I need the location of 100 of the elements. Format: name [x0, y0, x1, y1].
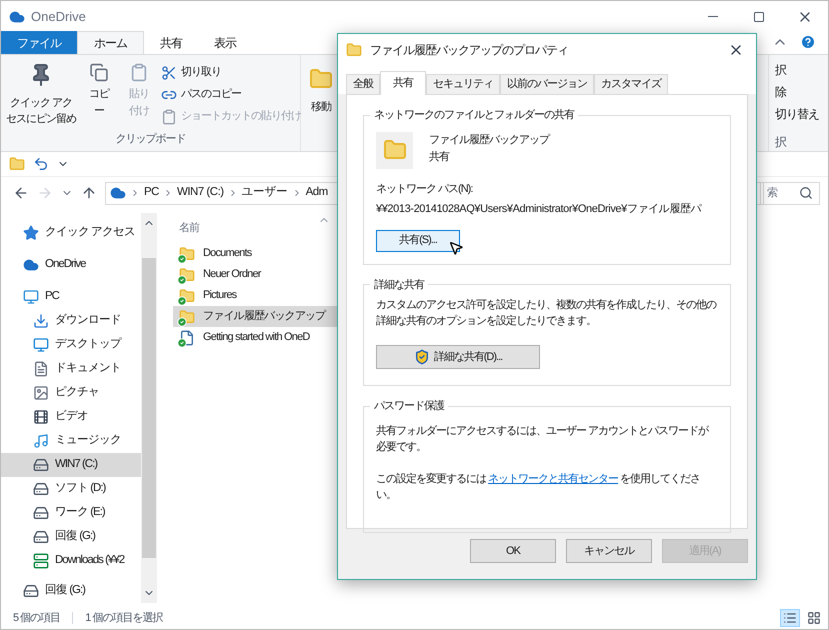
- ribbon-tab[interactable]: 共有: [144, 31, 198, 54]
- search-field[interactable]: 索: [760, 182, 820, 204]
- folder-icon: [382, 138, 406, 162]
- nav-label: WIN7 (C:): [55, 457, 98, 472]
- nav-item[interactable]: ダウンロード: [1, 309, 141, 333]
- undo-icon[interactable]: [33, 156, 49, 172]
- scrollbar[interactable]: [141, 213, 157, 603]
- synced-folder-icon: [179, 308, 195, 324]
- synced-folder-icon: [179, 246, 195, 262]
- column-header[interactable]: 名前: [173, 220, 199, 236]
- ribbon-tab[interactable]: ホーム: [77, 31, 144, 54]
- nav-label: ピクチャ: [55, 385, 99, 400]
- ribbon-button[interactable]: 択: [771, 61, 828, 80]
- nav-label: PC: [45, 289, 59, 304]
- clipboard-icon: [161, 108, 177, 124]
- help-icon[interactable]: [800, 34, 816, 50]
- nav-item[interactable]: 回復 (G:): [1, 579, 141, 603]
- shield-icon: [414, 349, 430, 365]
- settings-hint: この設定を変更するには ネットワークと共有センター を使用してください。: [376, 472, 702, 503]
- file-tab[interactable]: ファイル: [1, 31, 77, 54]
- nav-label: ダウンロード: [55, 312, 121, 328]
- breadcrumb[interactable]: WIN7 (C:): [176, 184, 224, 202]
- nav-item[interactable]: デスクトップ: [1, 333, 141, 357]
- nav-item[interactable]: WIN7 (C:): [1, 453, 141, 477]
- maximize-icon: [753, 10, 765, 22]
- field-label: ネットワーク パス(N):: [376, 182, 474, 196]
- nav-label: デスクトップ: [55, 336, 121, 352]
- breadcrumb[interactable]: PC: [144, 184, 159, 202]
- ribbon-tab[interactable]: 表示: [198, 31, 252, 54]
- dialog-button[interactable]: OK: [470, 539, 556, 563]
- ribbon-button[interactable]: 除: [771, 83, 828, 102]
- dialog-tab[interactable]: 以前のバージョン: [500, 74, 594, 94]
- cloud-icon: [110, 185, 126, 201]
- dialog-tab[interactable]: 共有: [380, 71, 426, 95]
- advanced-sharing-button[interactable]: 詳細な共有(D)...: [376, 345, 540, 369]
- list-icon: [783, 611, 797, 625]
- dialog-button[interactable]: キャンセル: [566, 539, 652, 563]
- group-title: ネットワークのファイルとフォルダーの共有: [373, 108, 576, 123]
- synced-file-icon: [179, 330, 195, 346]
- nav-label: 回復 (G:): [55, 528, 95, 544]
- pin-button[interactable]: クイック アクセスにピン留め: [5, 63, 77, 130]
- dialog-tab[interactable]: 全般: [346, 74, 380, 94]
- synced-folder-icon: [179, 266, 195, 282]
- copy-button[interactable]: コピー: [81, 63, 117, 119]
- file-item[interactable]: ファイル履歴バックアップ: [173, 306, 338, 327]
- ribbon-button[interactable]: 切り替え: [771, 105, 828, 124]
- network-path: ¥¥2013-20141028AQ¥Users¥Administrator¥OneDrive¥ファイル履歴パ: [376, 202, 703, 217]
- music-note-icon: [33, 433, 49, 449]
- file-item[interactable]: Pictures: [173, 285, 338, 306]
- selection-count: 1 個の項目を選択: [85, 610, 162, 626]
- back-icon[interactable]: [13, 185, 29, 201]
- document-icon: [33, 361, 49, 377]
- up-icon[interactable]: [81, 185, 97, 201]
- nav-item[interactable]: ドキュメント: [1, 357, 141, 381]
- network-sharing-center-link[interactable]: ネットワークと共有センター: [488, 472, 618, 484]
- nav-item[interactable]: ビデオ: [1, 405, 141, 429]
- dialog-title: ファイル履歴バックアップのプロパティ: [370, 42, 568, 59]
- nav-item[interactable]: ピクチャ: [1, 381, 141, 405]
- file-item[interactable]: Documents: [173, 243, 338, 264]
- file-item[interactable]: Neuer Ordner: [173, 264, 338, 285]
- film-icon: [33, 409, 49, 425]
- nav-label: ビデオ: [55, 408, 88, 424]
- nav-item[interactable]: ソフト (D:): [1, 477, 141, 501]
- move-button[interactable]: 移動: [301, 55, 333, 151]
- grid-icon: [807, 611, 821, 625]
- search-icon: [799, 186, 813, 200]
- ribbon-button[interactable]: 切り取り: [161, 63, 301, 82]
- nav-item[interactable]: OneDrive: [1, 253, 141, 277]
- dialog-tab[interactable]: セキュリティ: [426, 74, 500, 94]
- group-label: クリップボード: [116, 132, 186, 146]
- group-title: 詳細な共有: [373, 278, 426, 292]
- monitor-icon: [23, 289, 39, 305]
- group-title: パスワード保護: [373, 399, 446, 414]
- cloud-icon: [23, 257, 39, 273]
- breadcrumb[interactable]: ユーザー: [242, 184, 288, 202]
- folder-icon: [346, 42, 362, 58]
- description-text: 共有フォルダーにアクセスするには、ユーザー アカウントとパスワードが必要です。: [376, 424, 710, 454]
- ribbon-button[interactable]: パスのコピー: [161, 85, 301, 104]
- nav-item[interactable]: 回復 (G:): [1, 525, 141, 549]
- details-view-button[interactable]: [780, 609, 800, 627]
- minimize-icon: [708, 16, 718, 17]
- nav-label: 回復 (G:): [45, 582, 85, 598]
- nav-item[interactable]: クイック アクセス: [1, 221, 141, 245]
- nav-label: ソフト (D:): [55, 481, 106, 496]
- nav-label: OneDrive: [45, 257, 86, 272]
- nav-item[interactable]: ワーク (E:): [1, 501, 141, 525]
- desktop-icon: [33, 337, 49, 353]
- nav-item[interactable]: PC: [1, 285, 141, 309]
- nav-label: ワーク (E:): [55, 505, 105, 520]
- cloud-icon: [9, 8, 25, 24]
- share-button[interactable]: 共有(S)...: [376, 230, 460, 252]
- file-item[interactable]: Getting started with OneD: [173, 327, 338, 348]
- breadcrumb[interactable]: Adm: [306, 184, 328, 202]
- picture-icon: [33, 385, 49, 401]
- nav-item[interactable]: Downloads (¥¥2: [1, 549, 141, 573]
- description-text: カスタムのアクセス許可を設定したり、複数の共有を作成したり、その他の詳細な共有のオプションを設定したりできます。: [376, 298, 718, 329]
- scissors-icon: [161, 64, 177, 80]
- nav-item[interactable]: ミュージック: [1, 429, 141, 453]
- dialog-tab[interactable]: カスタマイズ: [594, 74, 668, 94]
- share-status: 共有: [429, 150, 450, 164]
